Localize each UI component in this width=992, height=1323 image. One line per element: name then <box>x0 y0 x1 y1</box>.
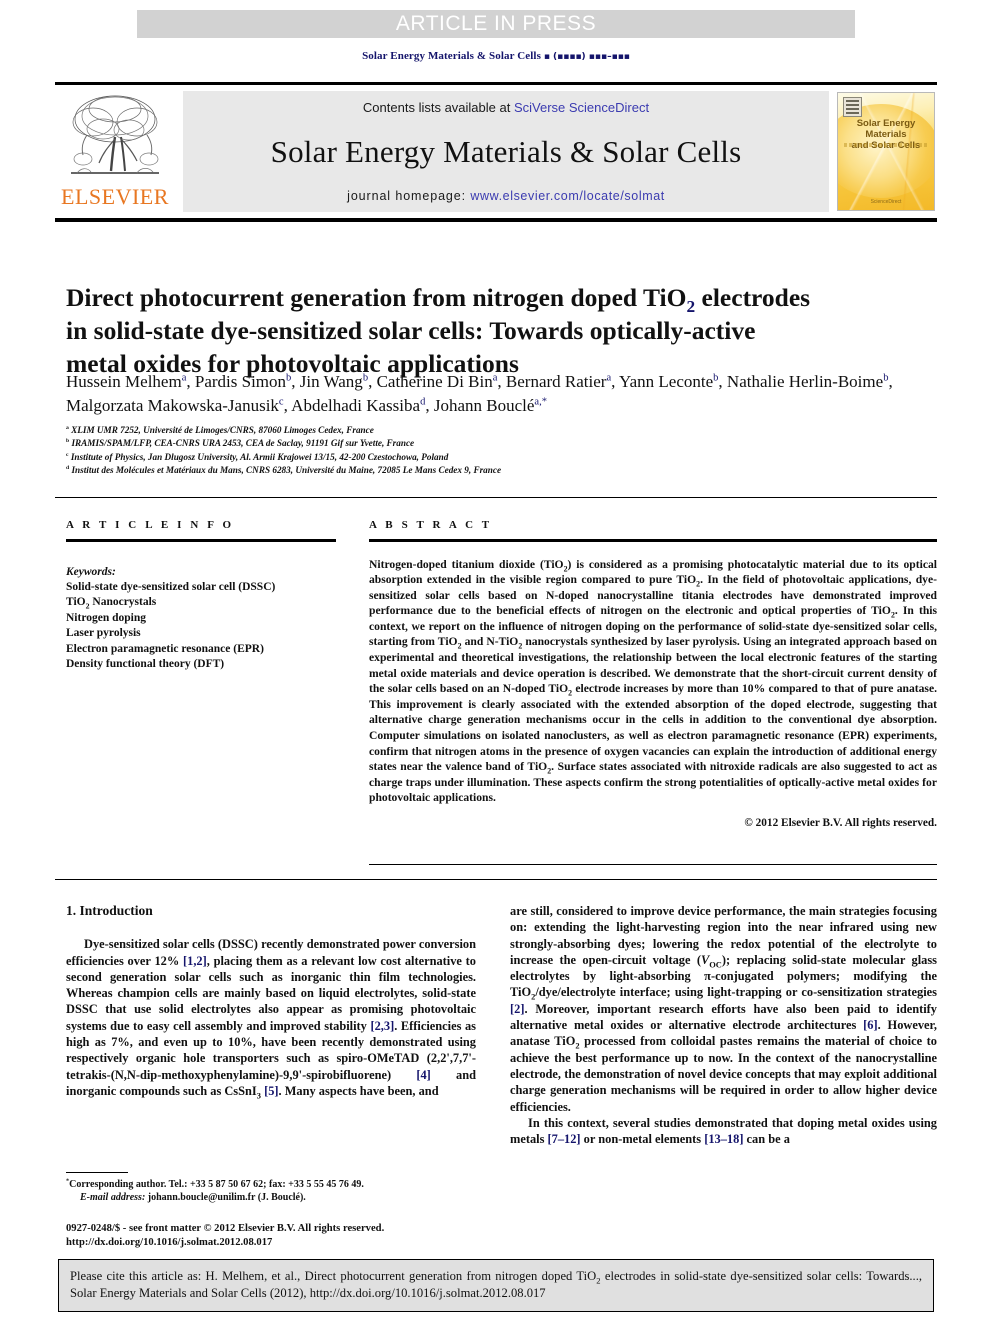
author-name: Yann Leconteb <box>619 372 719 391</box>
page-title: Direct photocurrent generation from nitr… <box>66 281 896 380</box>
introduction-heading: 1. Introduction <box>66 903 153 918</box>
affiliation-item: b IRAMIS/SPAM/LFP, CEA-CNRS URA 2453, CE… <box>66 438 415 449</box>
article-in-press-banner: ARTICLE IN PRESS <box>137 10 855 38</box>
author-affiliation-mark: a <box>492 372 498 384</box>
author-email-link[interactable]: johann.boucle@unilim.fr (J. Bouclé). <box>148 1192 306 1203</box>
citation-ref[interactable]: [7–12] <box>548 1132 581 1146</box>
running-head: Solar Energy Materials & Solar Cells ▪ (… <box>0 50 992 62</box>
elsevier-logo: ELSEVIER <box>55 85 175 218</box>
footnote-divider <box>66 1172 128 1173</box>
author-name: Jin Wangb <box>299 372 369 391</box>
author-affiliation-mark: a <box>606 372 612 384</box>
abstract-bottom-rule <box>369 864 937 865</box>
keyword-item: Electron paramagnetic resonance (EPR) <box>66 642 264 655</box>
article-info-column: A R T I C L E I N F O Keywords: Solid-st… <box>66 519 336 672</box>
homepage-url-link[interactable]: www.elsevier.com/locate/solmat <box>470 189 664 203</box>
author-affiliation-mark: b <box>883 372 889 384</box>
author-name: Abdelhadi Kassibad <box>291 396 426 415</box>
cover-badge-icon <box>843 97 862 117</box>
journal-title: Solar Energy Materials & Solar Cells <box>270 134 742 169</box>
keywords-items: Solid-state dye-sensitized solar cell (D… <box>66 580 336 672</box>
author-name: Hussein Melhema <box>66 372 187 391</box>
keywords-label: Keywords: <box>66 565 116 578</box>
issn-line-1: 0927-0248/$ - see front matter © 2012 El… <box>66 1223 385 1234</box>
affiliation-item: a XLIM UMR 7252, Université de Limoges/C… <box>66 424 374 435</box>
introduction-paragraph-right-2: In this context, several studies demonst… <box>510 1115 937 1147</box>
journal-cover-thumbnail: Solar Energy Materials and Solar Cells S… <box>837 92 935 211</box>
citation-ref[interactable]: [2] <box>510 1002 524 1016</box>
author-affiliation-mark: b <box>713 372 719 384</box>
doi-link[interactable]: http://dx.doi.org/10.1016/j.solmat.2012.… <box>66 1236 516 1250</box>
author-affiliation-mark: b <box>286 372 292 384</box>
author-affiliation-mark: d <box>420 396 426 408</box>
introduction-paragraph-left: Dye-sensitized solar cells (DSSC) recent… <box>66 937 477 1101</box>
author-name: Pardis Simonb <box>194 372 292 391</box>
title-line-2: in solid-state dye-sensitized solar cell… <box>66 316 756 346</box>
section-divider-top <box>55 497 937 498</box>
abstract-rule <box>369 539 937 542</box>
masthead-center-band: Contents lists available at SciVerse Sci… <box>183 91 829 212</box>
author-name: Bernard Ratiera <box>505 372 612 391</box>
footnote-block: *Corresponding author. Tel.: +33 5 87 50… <box>66 1178 476 1205</box>
body-divider-rule <box>55 879 937 880</box>
author-list: Hussein Melhema, Pardis Simonb, Jin Wang… <box>66 372 893 415</box>
elsevier-tree-icon <box>71 95 159 174</box>
citation-ref[interactable]: [1,2] <box>183 954 207 968</box>
abstract-text: Nitrogen-doped titanium dioxide (TiO2) i… <box>369 557 938 805</box>
homepage-label: journal homepage: <box>347 189 471 203</box>
abstract-copyright: © 2012 Elsevier B.V. All rights reserved… <box>744 817 937 829</box>
article-page: ARTICLE IN PRESS Solar Energy Materials … <box>0 0 992 1323</box>
contents-prefix: Contents lists available at <box>362 100 514 115</box>
cover-divider <box>844 143 928 147</box>
author-name: Nathalie Herlin-Boimeb <box>726 372 889 391</box>
journal-masthead: ELSEVIER Contents lists available at Sci… <box>55 82 937 222</box>
body-column-right: are still, considered to improve device … <box>510 903 937 1147</box>
abstract-column: A B S T R A C T Nitrogen-doped titanium … <box>369 519 937 829</box>
citation-ref[interactable]: [5] <box>264 1084 278 1098</box>
sciencedirect-link[interactable]: SciVerse ScienceDirect <box>514 100 649 115</box>
keyword-item: Laser pyrolysis <box>66 627 141 640</box>
keywords-block: Keywords: Solid-state dye-sensitized sol… <box>66 565 336 673</box>
body-column-left: 1. Introduction Dye-sensitized solar cel… <box>66 903 477 1101</box>
cover-footer-label: ScienceDirect <box>870 199 902 205</box>
title-line-1: Direct photocurrent generation from nitr… <box>66 283 811 317</box>
running-head-volume: ▪ (▪▪▪▪) ▪▪▪–▪▪▪ <box>543 52 630 62</box>
citation-ref[interactable]: [2,3] <box>370 1019 394 1033</box>
keyword-item: Nitrogen doping <box>66 611 146 624</box>
author-affiliation-mark: c <box>278 396 284 408</box>
citation-ref[interactable]: [4] <box>416 1068 430 1082</box>
keyword-item: Density functional theory (DFT) <box>66 657 225 670</box>
author-affiliation-mark: a <box>181 372 187 384</box>
issn-block: 0927-0248/$ - see front matter © 2012 El… <box>66 1222 516 1250</box>
author-name: Johann Boucléa,* <box>433 396 547 415</box>
contents-available-line: Contents lists available at SciVerse Sci… <box>363 100 649 115</box>
keyword-item: Solid-state dye-sensitized solar cell (D… <box>66 580 276 593</box>
author-affiliation-mark: b <box>362 372 369 384</box>
journal-homepage-line: journal homepage: www.elsevier.com/locat… <box>347 189 665 203</box>
article-in-press-label: ARTICLE IN PRESS <box>395 12 597 35</box>
author-affiliation-mark: a,* <box>534 396 547 408</box>
cover-title-line1: Solar Energy Materials <box>856 118 916 140</box>
affiliation-item: c Institute of Physics, Jan Dlugosz Univ… <box>66 451 449 462</box>
introduction-paragraph-right-1: are still, considered to improve device … <box>510 904 937 1114</box>
citation-ref[interactable]: [6] <box>863 1018 877 1032</box>
abstract-heading: A B S T R A C T <box>369 519 493 531</box>
affiliation-list: a XLIM UMR 7252, Université de Limoges/C… <box>66 424 866 478</box>
author-name: Catherine Di Bina <box>376 372 498 391</box>
running-head-journal: Solar Energy Materials & Solar Cells <box>362 50 541 62</box>
citation-ref[interactable]: [13–18] <box>704 1132 743 1146</box>
corresponding-author-note: *Corresponding author. Tel.: +33 5 87 50… <box>66 1177 364 1190</box>
email-note: E-mail address: johann.boucle@unilim.fr … <box>80 1192 306 1204</box>
author-name: Malgorzata Makowska-Janusikc <box>66 396 284 415</box>
article-info-rule <box>66 539 336 542</box>
article-info-heading: A R T I C L E I N F O <box>66 519 235 531</box>
citation-box: Please cite this article as: H. Melhem, … <box>58 1259 934 1312</box>
affiliation-item: d Institut des Molécules et Matériaux du… <box>66 465 502 476</box>
elsevier-wordmark: ELSEVIER <box>61 184 169 209</box>
citation-text: Please cite this article as: H. Melhem, … <box>70 1269 922 1300</box>
keyword-item: TiO2 Nanocrystals <box>66 596 157 611</box>
